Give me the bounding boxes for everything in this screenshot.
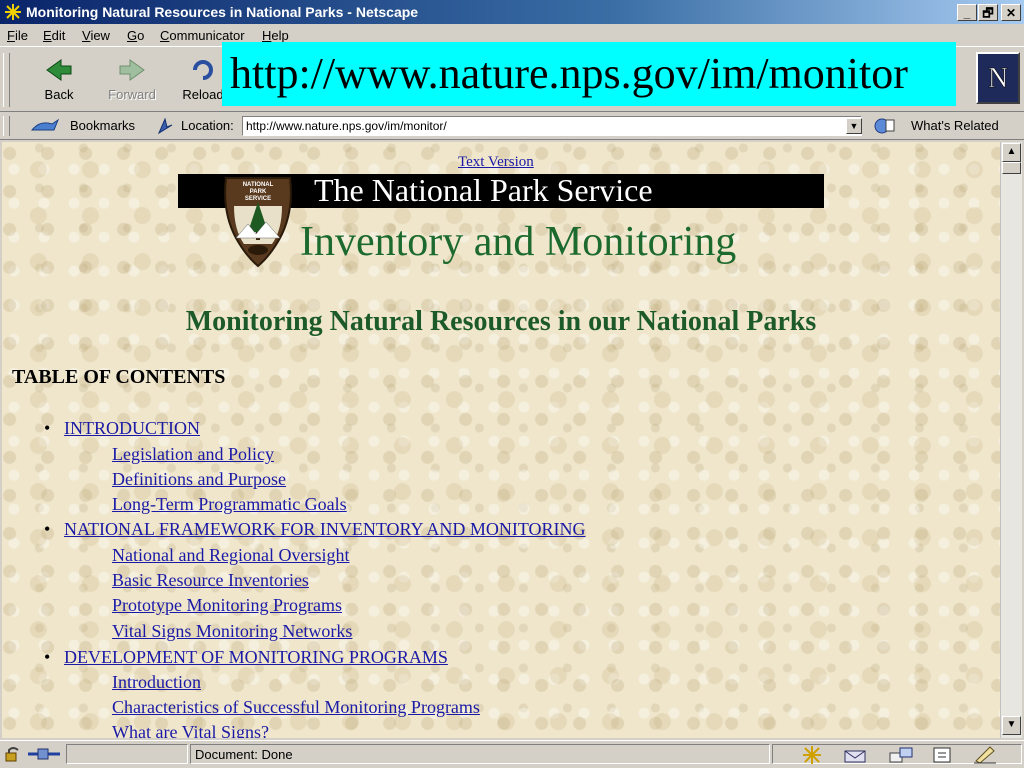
toc-link-long-term-goals[interactable]: Long-Term Programmatic Goals bbox=[112, 494, 347, 515]
back-button[interactable]: Back bbox=[32, 55, 86, 111]
toc-link-characteristics[interactable]: Characteristics of Successful Monitoring… bbox=[112, 697, 480, 718]
whats-related-icon[interactable] bbox=[873, 117, 903, 135]
composer-icon[interactable] bbox=[972, 745, 998, 765]
location-dropdown-button[interactable]: ▼ bbox=[846, 118, 862, 134]
toc-link-what-are-vital-signs[interactable]: What are Vital Signs? bbox=[112, 722, 269, 738]
status-bar: Document: Done bbox=[0, 740, 1024, 768]
text-version-link[interactable]: Text Version bbox=[458, 154, 534, 171]
reload-label: Reload bbox=[182, 87, 224, 102]
scroll-up-button[interactable]: ▲ bbox=[1002, 143, 1021, 162]
online-status-icon[interactable] bbox=[26, 747, 62, 761]
bookmarks-button[interactable]: Bookmarks bbox=[70, 118, 135, 133]
progress-bar bbox=[66, 744, 188, 764]
window-title: Monitoring Natural Resources in National… bbox=[26, 4, 419, 20]
toc-link-basic-resource-inventories[interactable]: Basic Resource Inventories bbox=[112, 570, 309, 591]
logo-text-service: SERVICE bbox=[245, 196, 271, 202]
whats-related-button[interactable]: What's Related bbox=[911, 118, 999, 133]
toc-link-introduction-2[interactable]: Introduction bbox=[112, 672, 201, 693]
logo-text-national: NATIONAL bbox=[243, 182, 274, 188]
status-text: Document: Done bbox=[195, 747, 293, 762]
back-label: Back bbox=[44, 87, 74, 102]
nps-arrowhead-logo: NATIONAL PARK SERVICE bbox=[224, 177, 292, 268]
location-icon bbox=[157, 117, 173, 135]
toc-link-national-framework[interactable]: NATIONAL FRAMEWORK FOR INVENTORY AND MON… bbox=[64, 519, 586, 540]
toc-link-definitions-purpose[interactable]: Definitions and Purpose bbox=[112, 469, 286, 490]
menu-communicator[interactable]: Communicator bbox=[160, 28, 245, 43]
minimize-button[interactable]: _ bbox=[957, 4, 977, 21]
toc-heading: TABLE OF CONTENTS bbox=[12, 366, 226, 388]
toc-link-national-regional-oversight[interactable]: National and Regional Oversight bbox=[112, 545, 349, 566]
menu-view[interactable]: View bbox=[82, 28, 110, 43]
menu-help[interactable]: Help bbox=[262, 28, 289, 43]
newsgroups-icon[interactable] bbox=[888, 745, 916, 765]
forward-button[interactable]: Forward bbox=[105, 55, 159, 111]
bookmarks-icon[interactable] bbox=[30, 118, 64, 134]
close-button[interactable]: ✕ bbox=[1001, 4, 1021, 21]
address-book-icon[interactable] bbox=[930, 745, 956, 765]
toc-link-introduction[interactable]: INTRODUCTION bbox=[64, 418, 200, 439]
toc-link-legislation-policy[interactable]: Legislation and Policy bbox=[112, 444, 274, 465]
scroll-thumb[interactable] bbox=[1002, 162, 1021, 174]
netscape-app-icon bbox=[5, 4, 21, 20]
scroll-down-button[interactable]: ▼ bbox=[1002, 716, 1021, 735]
location-label: Location: bbox=[181, 118, 234, 133]
url-banner-overlay: http://www.nature.nps.gov/im/monitor bbox=[222, 42, 956, 106]
mail-icon[interactable] bbox=[842, 745, 870, 765]
security-lock-icon[interactable] bbox=[4, 746, 22, 762]
restore-button[interactable]: 🗗 bbox=[978, 4, 998, 21]
title-bar: Monitoring Natural Resources in National… bbox=[0, 0, 1024, 24]
location-grip[interactable] bbox=[3, 116, 10, 136]
toc-bullet: • bbox=[44, 418, 51, 438]
svg-text:N: N bbox=[988, 63, 1008, 94]
netscape-logo-icon[interactable]: N bbox=[976, 52, 1020, 104]
toc-bullet: • bbox=[44, 647, 51, 667]
forward-arrow-icon bbox=[119, 59, 145, 81]
forward-label: Forward bbox=[108, 87, 156, 102]
menu-edit[interactable]: Edit bbox=[43, 28, 65, 43]
nps-header-title: The National Park Service bbox=[314, 172, 653, 208]
vertical-scrollbar[interactable]: ▲ ▼ bbox=[1000, 142, 1022, 738]
toolbar-grip[interactable] bbox=[3, 53, 10, 107]
page-heading: Monitoring Natural Resources in our Nati… bbox=[185, 306, 817, 337]
back-arrow-icon bbox=[46, 59, 72, 81]
status-message-panel: Document: Done bbox=[190, 744, 770, 764]
inventory-monitoring-title: Inventory and Monitoring bbox=[300, 219, 737, 265]
location-toolbar: Bookmarks Location: http://www.nature.np… bbox=[0, 112, 1024, 140]
navigator-icon[interactable] bbox=[800, 745, 824, 765]
logo-text-park: PARK bbox=[250, 189, 267, 195]
menu-file[interactable]: File bbox=[7, 28, 28, 43]
toc-link-development-monitoring[interactable]: DEVELOPMENT OF MONITORING PROGRAMS bbox=[64, 647, 448, 668]
location-url-input[interactable]: http://www.nature.nps.gov/im/monitor/ bbox=[242, 116, 862, 136]
page-content: Text Version The National Park Service I… bbox=[2, 142, 1000, 738]
toc-link-vital-signs-networks[interactable]: Vital Signs Monitoring Networks bbox=[112, 621, 352, 642]
toc-link-prototype-monitoring[interactable]: Prototype Monitoring Programs bbox=[112, 595, 342, 616]
menu-go[interactable]: Go bbox=[127, 28, 144, 43]
url-banner-text: http://www.nature.nps.gov/im/monitor bbox=[230, 49, 908, 98]
toc-bullet: • bbox=[44, 519, 51, 539]
reload-icon bbox=[193, 60, 213, 80]
